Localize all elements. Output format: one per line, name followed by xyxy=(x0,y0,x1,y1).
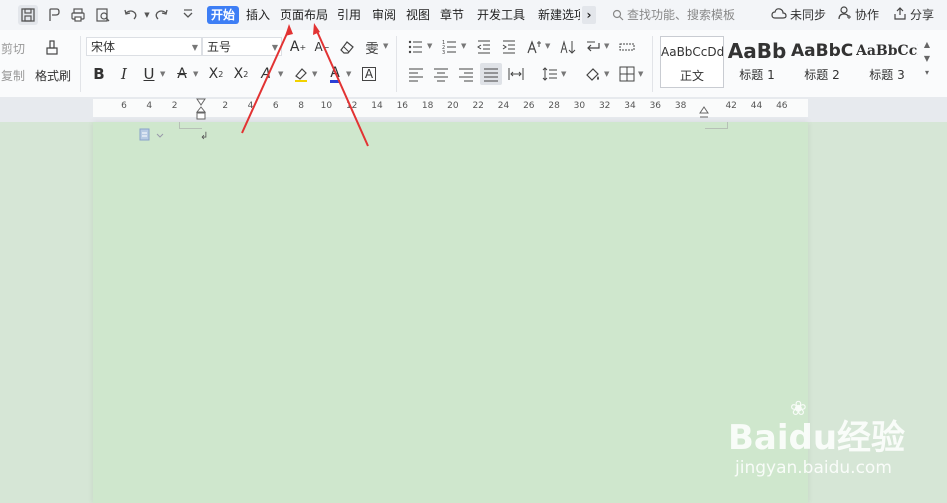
watermark-url: jingyan.baidu.com xyxy=(735,458,892,478)
arrow-line xyxy=(315,28,369,147)
arrow-line xyxy=(241,28,290,134)
watermark-logo-text: Baidu经验 xyxy=(728,418,906,458)
arrow-head xyxy=(285,24,293,36)
paw-icon: ❀ xyxy=(790,396,807,420)
watermark-logo: ❀ Baidu经验 xyxy=(728,396,906,459)
